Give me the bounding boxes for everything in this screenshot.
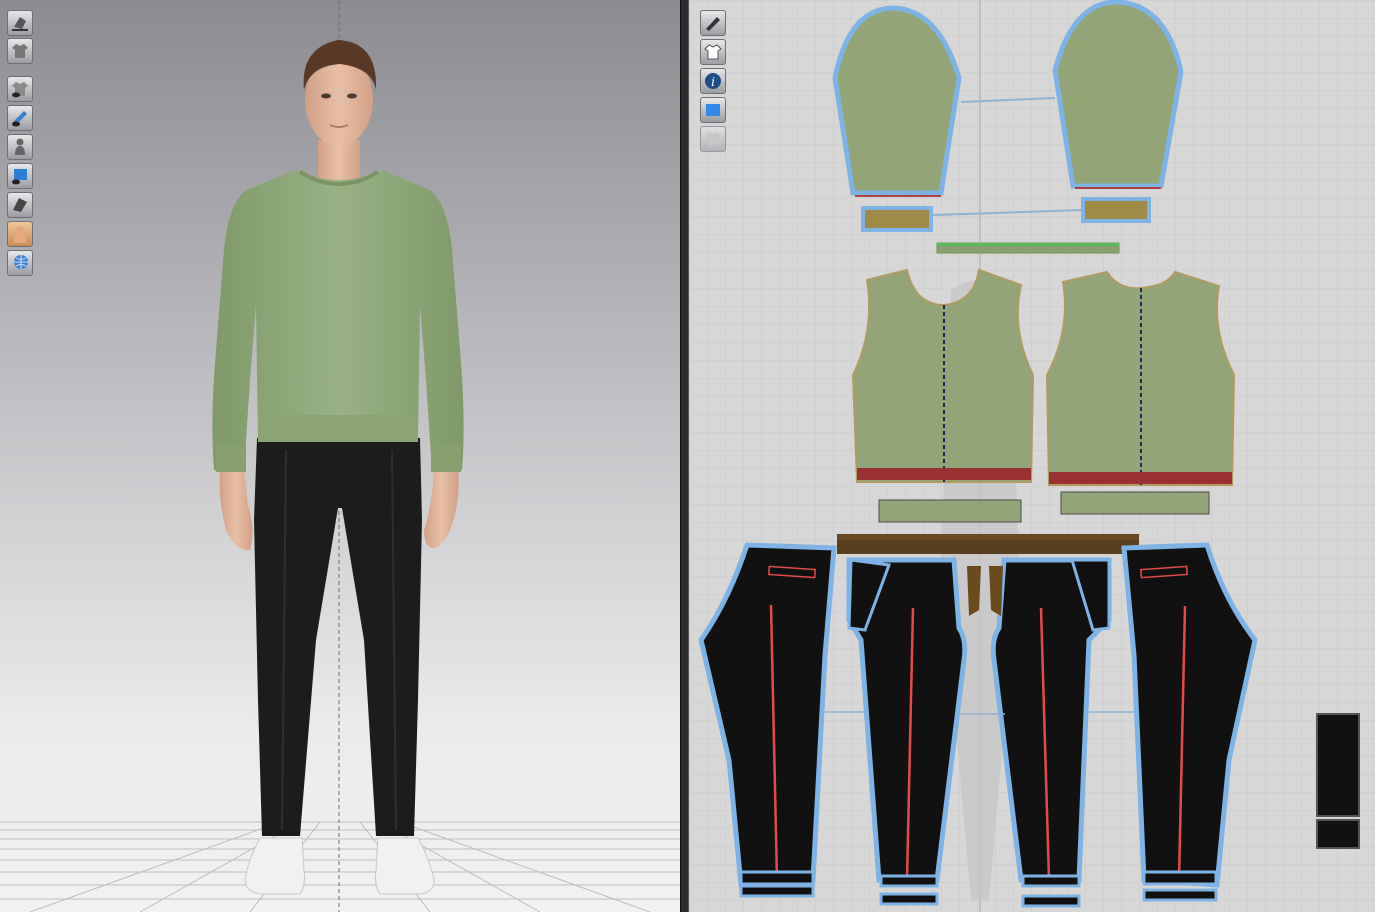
avatar[interactable] [212, 40, 464, 895]
garment-3d-mode-icon[interactable] [7, 10, 33, 36]
show-avatar-icon[interactable] [7, 134, 33, 160]
hem-rib-front[interactable] [878, 499, 1022, 523]
left-hand [219, 468, 253, 551]
pants [254, 438, 422, 836]
cuff-left[interactable] [861, 206, 933, 232]
avatar-skin-icon[interactable] [7, 221, 33, 247]
3d-scene[interactable] [0, 0, 680, 912]
show-pins-icon[interactable] [7, 105, 33, 131]
garment-shirt-icon[interactable] [7, 38, 33, 64]
2d-pattern-viewport[interactable]: i [689, 0, 1375, 912]
right-shoe [375, 837, 435, 895]
show-texture-icon[interactable] [7, 163, 33, 189]
pocket-bag[interactable] [1316, 713, 1360, 817]
surface-display-icon[interactable] [7, 192, 33, 218]
info-icon[interactable]: i [700, 68, 726, 94]
waistband[interactable] [837, 534, 1139, 540]
sleeve-right[interactable] [1052, 0, 1184, 189]
svg-text:i: i [711, 75, 715, 89]
left-shoe [244, 837, 305, 895]
hem-rib-back[interactable] [1060, 491, 1210, 515]
locked-shirt-icon[interactable] [700, 126, 726, 152]
show-garment-2d-icon[interactable] [700, 39, 726, 65]
show-garment-icon[interactable] [7, 76, 33, 102]
sleeve-left[interactable] [832, 5, 962, 196]
environment-globe-icon[interactable] [7, 250, 33, 276]
3d-viewport[interactable] [0, 0, 680, 912]
pattern-canvas[interactable] [689, 0, 1375, 912]
cuff-right[interactable] [1081, 197, 1151, 223]
floor-grid [0, 821, 680, 912]
show-2d-texture-icon[interactable] [700, 97, 726, 123]
viewport-divider[interactable] [680, 0, 689, 912]
2d-pattern-mode-icon[interactable] [700, 10, 726, 36]
right-hand [424, 468, 459, 549]
